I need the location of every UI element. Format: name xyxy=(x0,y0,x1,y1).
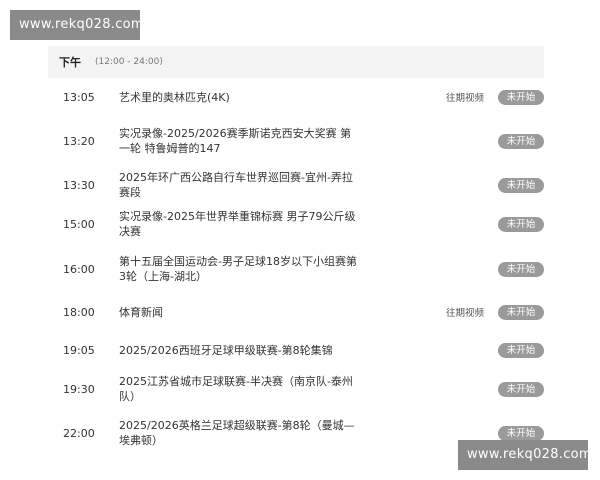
program-row[interactable]: 19:30 2025江苏省城市足球联赛-半决赛（南京队-泰州队） 未开始 xyxy=(48,370,544,408)
program-title[interactable]: 艺术里的奥林匹克(4K) xyxy=(119,90,357,105)
watermark-bottom: www.rekq028.com xyxy=(458,440,592,470)
program-row[interactable]: 13:05 艺术里的奥林匹克(4K) 往期视频 未开始 xyxy=(48,78,544,116)
status-badge: 未开始 xyxy=(498,304,544,320)
status-badge: 未开始 xyxy=(498,216,544,232)
program-time: 19:30 xyxy=(63,382,95,396)
status-badge: 未开始 xyxy=(498,342,544,358)
program-title[interactable]: 第十五届全国运动会-男子足球18岁以下小组赛第3轮（上海-湖北） xyxy=(119,254,357,284)
period-header: 下午 (12:00 - 24:00) xyxy=(48,46,544,78)
period-name: 下午 xyxy=(59,56,81,69)
program-time: 13:20 xyxy=(63,134,95,148)
program-time: 13:30 xyxy=(63,178,95,192)
program-title[interactable]: 2025江苏省城市足球联赛-半决赛（南京队-泰州队） xyxy=(119,374,357,404)
program-title[interactable]: 2025/2026西班牙足球甲级联赛-第8轮集锦 xyxy=(119,343,357,358)
program-time: 19:05 xyxy=(63,343,95,357)
status-badge: 未开始 xyxy=(498,425,544,441)
program-time: 22:00 xyxy=(63,426,95,440)
program-time: 16:00 xyxy=(63,262,95,276)
status-badge: 未开始 xyxy=(498,89,544,105)
period-range: (12:00 - 24:00) xyxy=(95,57,163,67)
program-title[interactable]: 体育新闻 xyxy=(119,305,357,320)
past-videos-link[interactable]: 往期视频 xyxy=(446,90,484,104)
schedule-list: 下午 (12:00 - 24:00) 13:05 艺术里的奥林匹克(4K) 往期… xyxy=(48,46,544,458)
program-row[interactable]: 13:20 实况录像-2025/2026赛季斯诺克西安大奖赛 第一轮 特鲁姆普的… xyxy=(48,116,544,166)
program-title[interactable]: 2025年环广西公路自行车世界巡回赛-宜州-弄拉赛段 xyxy=(119,170,357,200)
status-badge: 未开始 xyxy=(498,133,544,149)
program-title[interactable]: 实况录像-2025年世界举重锦标赛 男子79公斤级决赛 xyxy=(119,209,357,239)
status-badge: 未开始 xyxy=(498,381,544,397)
program-time: 15:00 xyxy=(63,217,95,231)
program-time: 18:00 xyxy=(63,305,95,319)
program-title[interactable]: 实况录像-2025/2026赛季斯诺克西安大奖赛 第一轮 特鲁姆普的147 xyxy=(119,126,357,156)
program-row[interactable]: 19:05 2025/2026西班牙足球甲级联赛-第8轮集锦 未开始 xyxy=(48,330,544,370)
program-row[interactable]: 15:00 实况录像-2025年世界举重锦标赛 男子79公斤级决赛 未开始 xyxy=(48,204,544,244)
program-row[interactable]: 13:30 2025年环广西公路自行车世界巡回赛-宜州-弄拉赛段 未开始 xyxy=(48,166,544,204)
program-row[interactable]: 16:00 第十五届全国运动会-男子足球18岁以下小组赛第3轮（上海-湖北） 未… xyxy=(48,244,544,294)
status-badge: 未开始 xyxy=(498,261,544,277)
program-title[interactable]: 2025/2026英格兰足球超级联赛-第8轮（曼城—埃弗顿） xyxy=(119,418,357,448)
status-badge: 未开始 xyxy=(498,177,544,193)
program-time: 13:05 xyxy=(63,90,95,104)
watermark-top: www.rekq028.com xyxy=(10,10,144,40)
past-videos-link[interactable]: 往期视频 xyxy=(446,305,484,319)
program-row[interactable]: 18:00 体育新闻 往期视频 未开始 xyxy=(48,294,544,330)
